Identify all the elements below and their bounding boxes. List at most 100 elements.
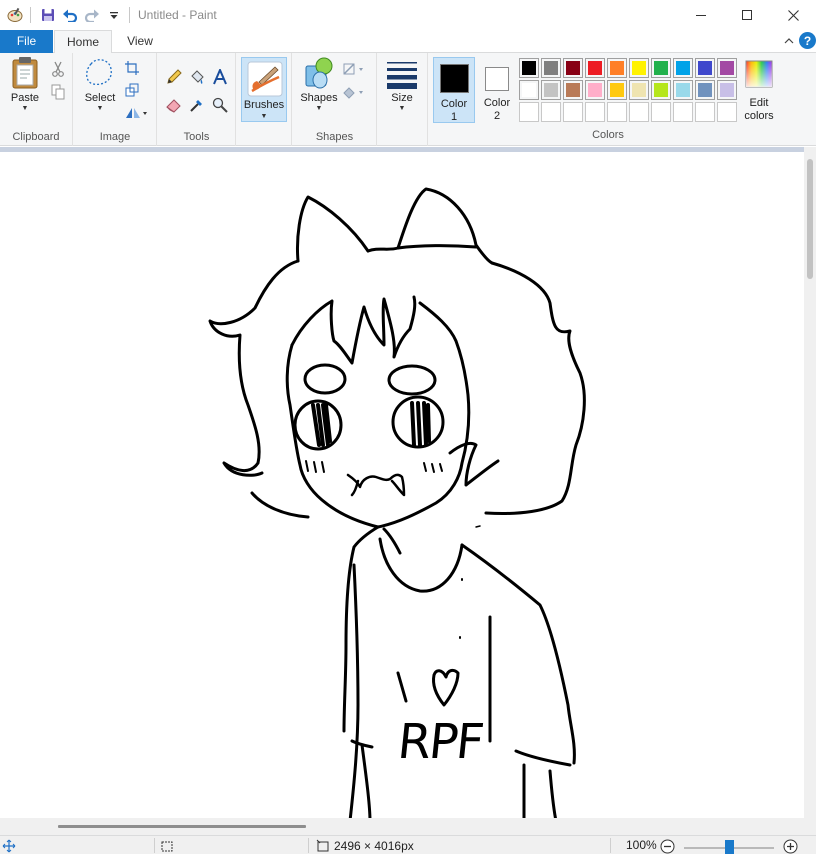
custom-color-slot[interactable] [673,102,693,122]
paint-app-icon[interactable] [4,4,26,26]
help-icon[interactable]: ? [799,32,816,49]
vertical-scroll-thumb[interactable] [807,159,813,279]
minimize-button[interactable] [678,0,724,30]
palette-swatch[interactable] [541,58,561,78]
shapes-button[interactable]: Shapes ▼ [297,56,341,113]
group-shapes: Shapes ▼ Shapes [293,53,377,146]
horizontal-scrollbar[interactable] [0,818,816,835]
magnifier-icon[interactable] [210,95,230,115]
hair-right-stroke [484,261,586,515]
rotate-icon[interactable] [122,103,150,123]
palette-swatch-fill [522,61,536,75]
palette-swatch[interactable] [673,58,693,78]
close-button[interactable] [770,0,816,30]
save-icon[interactable] [37,4,59,26]
select-button[interactable]: Select ▼ [80,56,120,113]
color1-swatch [440,64,469,93]
palette-swatch[interactable] [563,80,583,100]
undo-icon[interactable] [59,4,81,26]
palette-swatch[interactable] [629,80,649,100]
copy-icon[interactable] [48,82,68,102]
palette-swatch[interactable] [585,80,605,100]
arm-right-stroke [514,749,572,818]
custom-color-slot[interactable] [607,102,627,122]
redo-icon[interactable] [81,4,103,26]
mouth-stroke [346,473,406,497]
palette-swatch[interactable] [563,58,583,78]
text-icon[interactable] [210,67,230,87]
image-size-item: 2496 × 4016px [316,838,414,854]
crop-icon[interactable] [122,58,142,78]
left-ear-stroke [296,195,370,263]
tab-home[interactable]: Home [54,30,112,54]
maximize-button[interactable] [724,0,770,30]
palette-swatch[interactable] [541,80,561,100]
image-size-icon [316,839,329,852]
palette-swatch-fill [610,61,624,75]
palette-swatch[interactable] [695,58,715,78]
paste-button[interactable]: Paste ▼ [4,56,46,113]
palette-swatch[interactable] [585,58,605,78]
custom-color-slot[interactable] [717,102,737,122]
fill-icon[interactable] [187,67,207,87]
palette-swatch[interactable] [717,58,737,78]
palette-swatch-fill [632,61,646,75]
zoom-slider-thumb[interactable] [725,840,734,854]
status-separator-1 [154,838,155,853]
paste-label: Paste [10,92,40,104]
collapse-ribbon-icon[interactable] [782,34,796,48]
customize-dropdown-icon[interactable] [103,4,125,26]
edit-colors-label-2: colors [744,110,774,122]
window-controls [678,0,816,30]
title-separator [129,7,130,23]
palette-swatch[interactable] [607,80,627,100]
custom-color-slot[interactable] [519,102,539,122]
zoom-out-button[interactable] [660,838,675,854]
shapes-dropdown-icon: ▼ [315,105,323,112]
clipboard-group-label: Clipboard [12,131,60,143]
tab-view[interactable]: View [114,30,166,53]
fill-shape-icon[interactable] [341,82,367,102]
palette-swatch[interactable] [717,80,737,100]
palette-swatch[interactable] [651,80,671,100]
palette-swatch[interactable] [519,58,539,78]
blush-left [305,460,325,473]
vertical-scrollbar[interactable] [804,147,816,818]
palette-swatch-fill [698,83,712,97]
eye-right-upper [387,364,437,396]
select-dropdown-icon: ▼ [96,105,104,112]
custom-color-slot[interactable] [563,102,583,122]
shapes-label: Shapes [300,92,338,104]
outline-icon[interactable] [341,59,367,79]
drawing-canvas[interactable]: RPF [0,152,804,818]
size-button[interactable]: Size ▼ [382,56,422,113]
resize-icon[interactable] [122,80,142,100]
palette-swatch[interactable] [607,58,627,78]
palette-swatch[interactable] [695,80,715,100]
palette-swatch[interactable] [519,80,539,100]
horizontal-scroll-thumb[interactable] [58,825,306,828]
custom-color-slot[interactable] [651,102,671,122]
edit-colors-label-1: Edit [749,97,769,109]
zoom-in-button[interactable] [783,838,798,854]
custom-color-slot[interactable] [585,102,605,122]
palette-swatch[interactable] [673,80,693,100]
hair-lower-left-stroke [250,491,310,519]
eye-left-upper [303,363,347,395]
palette-swatch[interactable] [629,58,649,78]
eraser-icon[interactable] [164,95,184,115]
palette-swatch[interactable] [651,58,671,78]
pencil-icon[interactable] [164,67,184,87]
tab-file[interactable]: File [0,30,53,53]
color1-button[interactable]: Color 1 [433,57,475,123]
custom-color-slot[interactable] [541,102,561,122]
image-size-text: 2496 × 4016px [334,839,414,853]
palette-swatch-fill [720,83,734,97]
cut-icon[interactable] [48,59,68,79]
edit-colors-icon [745,60,773,88]
edit-colors-button[interactable]: Edit colors [740,57,778,123]
custom-color-slot[interactable] [695,102,715,122]
custom-color-slot[interactable] [629,102,649,122]
color-picker-icon[interactable] [187,95,207,115]
color2-button[interactable]: Color 2 [477,57,517,123]
